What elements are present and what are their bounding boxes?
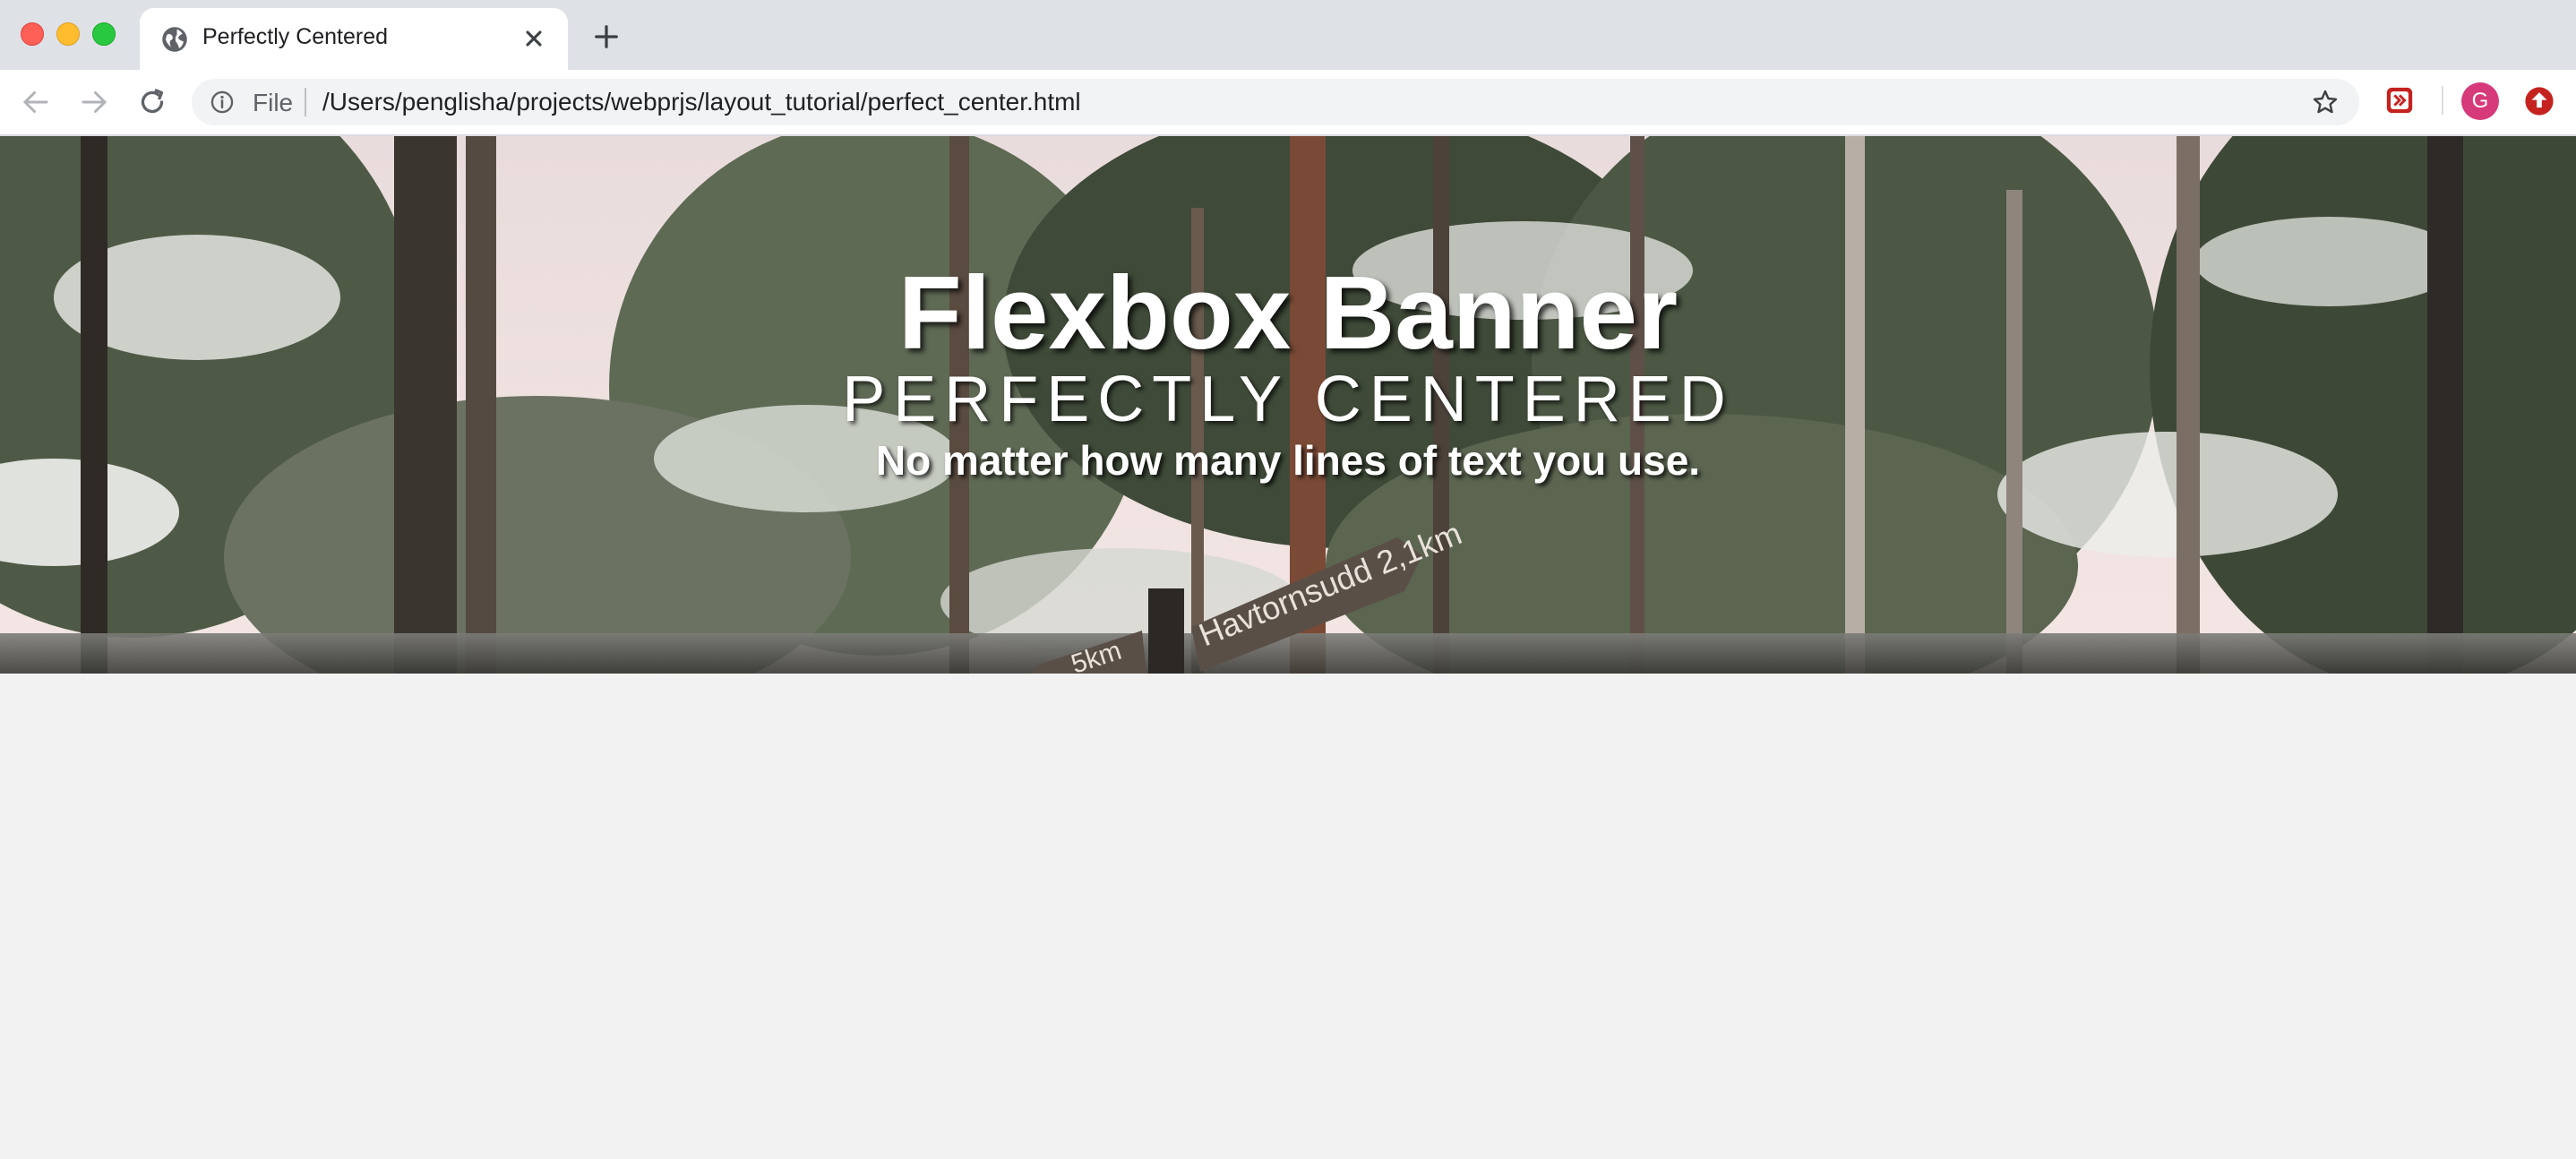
banner-title: Flexbox Banner — [897, 254, 1679, 371]
banner-content: Flexbox Banner PERFECTLY CENTERED No mat… — [0, 136, 2576, 674]
extension-icon[interactable] — [2384, 85, 2415, 116]
browser-tab[interactable]: Perfectly Centered — [140, 8, 568, 70]
update-icon[interactable] — [2524, 86, 2555, 116]
banner-subtitle: PERFECTLY CENTERED — [842, 364, 1734, 435]
tab-title: Perfectly Centered — [202, 24, 389, 49]
address-bar[interactable]: File /Users/penglisha/projects/webprjs/l… — [192, 79, 2359, 125]
back-arrow-icon[interactable] — [20, 86, 52, 118]
globe-icon — [162, 27, 187, 52]
window-minimize-button[interactable] — [56, 22, 80, 46]
hero-banner: Havtornsudd 2,1km 5km Flexbox Banner PER… — [0, 136, 2576, 674]
banner-tagline: No matter how many lines of text you use… — [875, 437, 1701, 484]
address-divider — [305, 88, 306, 116]
bookmark-star-icon[interactable] — [2311, 88, 2340, 116]
scheme-label: File — [253, 89, 294, 116]
profile-avatar[interactable]: G — [2461, 82, 2499, 120]
url-text[interactable]: /Users/penglisha/projects/webprjs/layout… — [322, 88, 1081, 116]
tab-strip: Perfectly Centered — [0, 0, 2576, 70]
info-icon[interactable] — [210, 90, 235, 115]
forward-arrow-icon[interactable] — [78, 86, 110, 118]
new-tab-button[interactable] — [593, 23, 620, 50]
toolbar-divider — [2442, 86, 2443, 115]
window-maximize-button[interactable] — [92, 22, 116, 46]
reload-icon[interactable] — [136, 86, 168, 118]
close-icon[interactable] — [521, 26, 546, 51]
window-close-button[interactable] — [21, 22, 44, 46]
browser-toolbar: File /Users/penglisha/projects/webprjs/l… — [0, 70, 2576, 134]
